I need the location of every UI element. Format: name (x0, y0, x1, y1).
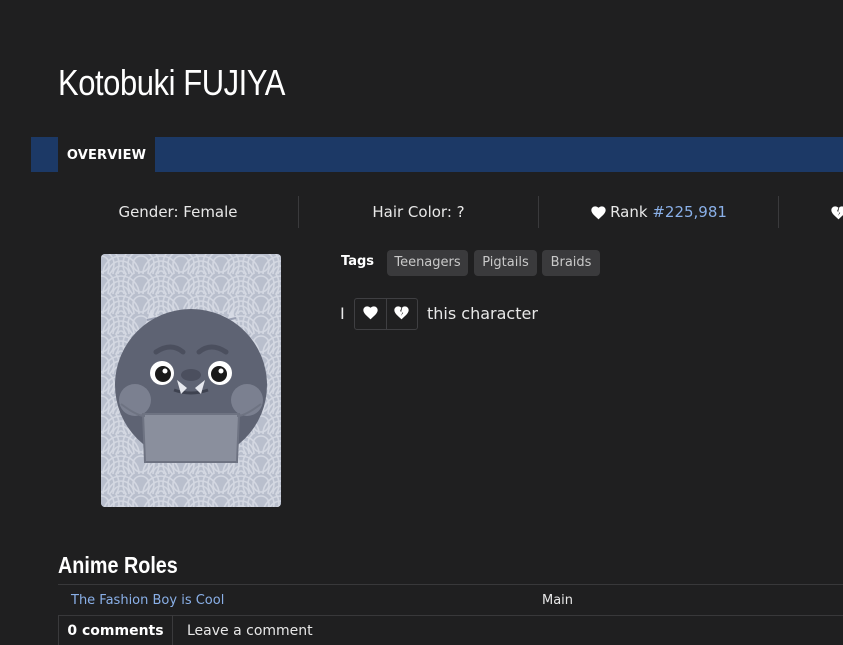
tag-pigtails[interactable]: Pigtails (474, 250, 537, 276)
anime-roles-heading: Anime Roles (58, 552, 178, 578)
stats-bar: Gender: Female Hair Color: ? Rank #225,9… (58, 196, 843, 228)
rank-label: Rank (610, 203, 648, 221)
gender-stat: Gender: Female (118, 203, 238, 221)
default-avatar-illustration (101, 254, 281, 507)
page-title: Kotobuki FUJIYA (58, 62, 285, 103)
tab-leave-comment[interactable]: Leave a comment (187, 615, 313, 645)
hair-color-stat: Hair Color: ? (372, 203, 465, 221)
heart-icon (362, 305, 379, 324)
character-page: Kotobuki FUJIYA OVERVIEW Gender: Female … (0, 0, 843, 645)
hate-button[interactable] (386, 299, 417, 329)
rank-stat: Rank #225,981 (539, 196, 778, 228)
tag-braids[interactable]: Braids (542, 250, 600, 276)
dislike-stat (830, 196, 843, 228)
character-image (101, 254, 281, 507)
role-type: Main (542, 593, 574, 608)
stat-divider (778, 196, 779, 228)
rank-value-link[interactable]: #225,981 (652, 203, 727, 221)
tags-label: Tags (341, 254, 375, 269)
table-row: The Fashion Boy is Cool Main (58, 584, 843, 616)
love-suffix: this character (427, 304, 538, 323)
tab-bar: OVERVIEW (31, 137, 843, 172)
love-button[interactable] (355, 299, 387, 329)
tag-teenagers[interactable]: Teenagers (387, 250, 468, 276)
broken-heart-icon (393, 305, 410, 324)
love-hate-buttons (354, 298, 418, 330)
tab-comments-count[interactable]: 0 comments (58, 615, 173, 645)
anime-link[interactable]: The Fashion Boy is Cool (71, 585, 224, 616)
broken-heart-icon (830, 199, 843, 231)
tab-overview[interactable]: OVERVIEW (58, 137, 155, 172)
love-prefix: I (340, 304, 345, 323)
comments-tabs: 0 comments Leave a comment (58, 615, 843, 645)
heart-icon (590, 199, 607, 231)
